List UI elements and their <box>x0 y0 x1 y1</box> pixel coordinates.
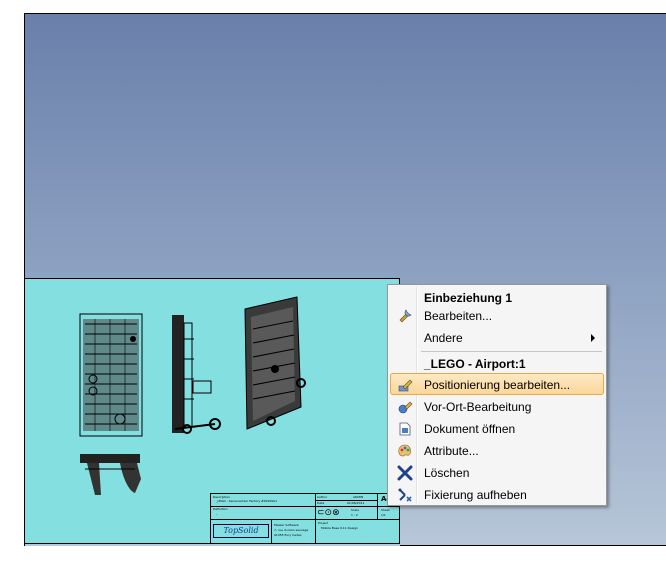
tb-definition-value: - <box>216 512 218 516</box>
bottom-view <box>80 454 141 495</box>
menu-header-label: _LEGO - Airport:1 <box>424 357 526 371</box>
position-edit-icon <box>398 379 413 392</box>
tb-sheet-label: Sheet <box>381 508 390 512</box>
tb-company-line2: 7, rue du bois sauvage <box>274 528 309 532</box>
tb-date-value: 01/06/2011 <box>347 501 365 505</box>
viewport-border <box>400 545 666 546</box>
drawing-sheet[interactable]: Description _LEGO - Sensoraction Factory… <box>24 278 400 544</box>
topsolid-logo: TopSolid <box>213 524 269 538</box>
menu-item-vor-ort-bearbeitung[interactable]: Vor-Ort-Bearbeitung <box>390 395 604 417</box>
menu-item-label: Bearbeiten... <box>424 309 493 323</box>
menu-item-label: Vor-Ort-Bearbeitung <box>424 400 532 414</box>
menu-item-fixierung-aufheben[interactable]: Fixierung aufheben <box>390 483 604 505</box>
menu-item-label: Andere <box>424 331 463 345</box>
menu-item-bearbeiten[interactable]: Bearbeiten... <box>390 304 604 326</box>
tb-scale-label: Scale <box>351 508 360 512</box>
tb-definition-label: Definition <box>213 507 228 511</box>
in-place-edit-icon <box>398 401 413 414</box>
tb-company-line3: 91055 Evry Cedex <box>274 533 302 537</box>
tb-author-value: ADMIN <box>353 495 364 499</box>
menu-item-attribute[interactable]: Attribute... <box>390 439 604 461</box>
tb-company-line1: Missler Software <box>274 523 299 527</box>
projection-symbol-icon: ⊂⊙⊗ <box>317 508 340 518</box>
palette-icon <box>398 444 411 457</box>
tb-author-label: Author <box>317 495 328 499</box>
tb-description-value: _LEGO - Sensoraction Factory #SSSSSS1 <box>216 499 277 503</box>
menu-item-andere[interactable]: Andere <box>390 326 604 348</box>
menu-item-label: Löschen <box>424 466 470 480</box>
menu-item-label: Positionierung bearbeiten... <box>424 378 571 392</box>
menu-item-label: Attribute... <box>424 444 479 458</box>
delete-x-icon <box>397 465 413 481</box>
open-document-icon <box>399 422 411 436</box>
wrench-pencil-icon <box>399 309 412 323</box>
side-view <box>172 315 221 434</box>
tb-project-value: Mobile Base 9.11 Design <box>321 526 359 530</box>
menu-item-loeschen[interactable]: Löschen <box>390 461 604 483</box>
iso-view <box>244 296 306 430</box>
menu-item-label: Dokument öffnen <box>424 422 516 436</box>
title-block: Description _LEGO - Sensoraction Factory… <box>210 493 400 544</box>
tb-date-label: Date <box>317 501 325 505</box>
unfix-icon <box>398 488 412 502</box>
menu-header-lego-airport: _LEGO - Airport:1 <box>390 352 604 374</box>
menu-item-label: Fixierung aufheben <box>424 488 527 502</box>
submenu-arrow-icon <box>591 334 595 342</box>
tb-scale-value: 1 : 2 <box>351 513 358 517</box>
tb-project-label: Project <box>318 521 329 525</box>
context-menu: Einbeziehung 1 Bearbeiten... Andere _LEG… <box>387 284 607 506</box>
menu-item-dokument-oeffnen[interactable]: Dokument öffnen <box>390 417 604 439</box>
front-view <box>79 313 143 437</box>
menu-item-positionierung-bearbeiten[interactable]: Positionierung bearbeiten... <box>390 373 604 395</box>
tb-sheet-value: 1/1 <box>381 513 386 517</box>
